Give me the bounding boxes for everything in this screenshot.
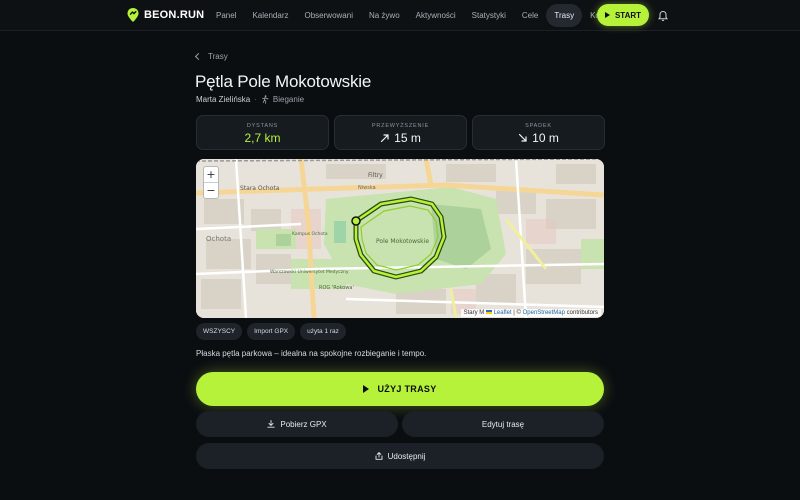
stat-distance-value: 2,7 km xyxy=(197,131,328,145)
breadcrumb-label: Trasy xyxy=(208,52,228,61)
route-start-marker[interactable] xyxy=(351,216,361,226)
author-name[interactable]: Marta Zielińska xyxy=(196,95,250,104)
nav-item-kalendarz[interactable]: Kalendarz xyxy=(244,4,296,27)
download-icon xyxy=(267,420,276,428)
route-map[interactable]: Stara Ochota Filtry Ochota Pole Mokotows… xyxy=(196,159,604,318)
route-meta: Marta Zielińska · Bieganie xyxy=(196,95,304,104)
map-label-ochota: Ochota xyxy=(206,235,231,243)
arrow-down-right-icon xyxy=(519,133,527,142)
osm-link[interactable]: OpenStreetMap xyxy=(523,310,565,316)
play-icon xyxy=(363,385,370,393)
nav-item-cele[interactable]: Cele xyxy=(514,4,546,27)
map-label-niwska: Niwska xyxy=(358,185,376,191)
meta-separator: · xyxy=(254,95,257,104)
map-label-uniwersytet: Warszawski Uniwersytet Medyczny xyxy=(270,269,349,275)
breadcrumb[interactable]: Trasy xyxy=(194,52,228,61)
start-button[interactable]: START xyxy=(597,4,649,26)
attribution-separator: | © xyxy=(513,310,521,316)
nav-item-obserwowani[interactable]: Obserwowani xyxy=(297,4,361,27)
map-label-filtry: Filtry xyxy=(368,172,383,179)
stat-descent: SPADEK 10 m xyxy=(472,115,605,150)
tag-source: Import GPX xyxy=(247,323,296,340)
edit-route-label: Edytuj trasę xyxy=(481,419,525,429)
start-button-label: START xyxy=(614,10,642,20)
route-tags: WSZYSCY Import GPX użyta 1 raz xyxy=(196,323,346,340)
leaflet-link[interactable]: Leaflet xyxy=(494,310,512,316)
zoom-out-button[interactable]: − xyxy=(204,183,218,199)
elevation-gain-value: 15 m xyxy=(394,131,421,145)
edit-route-button[interactable]: Edytuj trasę xyxy=(402,411,604,437)
sport-type: Bieganie xyxy=(272,95,305,104)
share-button[interactable]: Udostępnij xyxy=(196,443,604,469)
stat-descent-label: SPADEK xyxy=(525,123,552,129)
nav-item-na-zywo[interactable]: Na żywo xyxy=(361,4,408,27)
map-label-rog: ROG 'Rokowa' xyxy=(319,285,354,291)
nav-item-panel[interactable]: Panel xyxy=(208,4,244,27)
map-tiles: Stara Ochota Filtry Ochota Pole Mokotows… xyxy=(196,159,604,318)
use-route-button[interactable]: UŻYJ TRASY xyxy=(196,372,604,406)
descent-value: 10 m xyxy=(532,131,559,145)
ukraine-flag-icon xyxy=(485,310,492,315)
map-zoom-control: + − xyxy=(203,166,219,199)
bell-icon[interactable] xyxy=(657,10,669,22)
nav-item-statystyki[interactable]: Statystyki xyxy=(464,4,514,27)
brand-name: BEON.RUN xyxy=(144,9,205,21)
stat-distance-label: DYSTANS xyxy=(246,123,279,129)
tag-visibility: WSZYSCY xyxy=(196,323,243,340)
play-icon xyxy=(604,12,610,18)
tag-usage: użyta 1 raz xyxy=(300,323,346,340)
attribution-prefix: Stary M xyxy=(463,310,485,316)
nav-item-aktywnosci[interactable]: Aktywności xyxy=(408,4,464,27)
brand-logo[interactable]: BEON.RUN xyxy=(126,6,204,24)
map-attribution: Stary M Leaflet | © OpenStreetMap contri… xyxy=(460,309,601,317)
arrow-up-right-icon xyxy=(381,134,389,143)
download-gpx-button[interactable]: Pobierz GPX xyxy=(196,411,398,437)
nav-item-trasy[interactable]: Trasy xyxy=(546,4,583,27)
map-label-pole-mokotowskie: Pole Mokotowskie xyxy=(376,238,429,245)
page-title: Pętla Pole Mokotowskie xyxy=(195,72,372,91)
route-description: Płaska pętla parkowa – idealna na spokoj… xyxy=(196,349,427,358)
stat-elevation-gain: PRZEWYŻSZENIE 15 m xyxy=(334,115,467,150)
share-label: Udostępnij xyxy=(387,451,426,461)
top-navigation-bar: BEON.RUN Panel Kalendarz Obserwowani Na … xyxy=(0,0,800,31)
share-icon xyxy=(375,452,383,460)
stat-distance: DYSTANS 2,7 km xyxy=(196,115,329,150)
attribution-suffix: contributors xyxy=(566,310,598,316)
chevron-left-icon xyxy=(194,52,203,61)
distance-value: 2,7 km xyxy=(244,131,281,145)
main-nav: Panel Kalendarz Obserwowani Na żywo Akty… xyxy=(208,4,619,27)
use-route-label: UŻYJ TRASY xyxy=(377,384,437,394)
map-label-stara-ochota: Stara Ochota xyxy=(240,185,280,192)
location-pin-icon xyxy=(127,8,139,22)
runner-icon xyxy=(262,95,269,104)
stat-elevation-gain-label: PRZEWYŻSZENIE xyxy=(371,123,430,129)
stat-elevation-gain-value-row: 15 m xyxy=(335,131,466,145)
download-gpx-label: Pobierz GPX xyxy=(280,419,327,429)
map-label-kampus: Kampus Ochota xyxy=(292,231,328,237)
stat-descent-value-row: 10 m xyxy=(473,131,604,145)
zoom-in-button[interactable]: + xyxy=(204,167,218,183)
